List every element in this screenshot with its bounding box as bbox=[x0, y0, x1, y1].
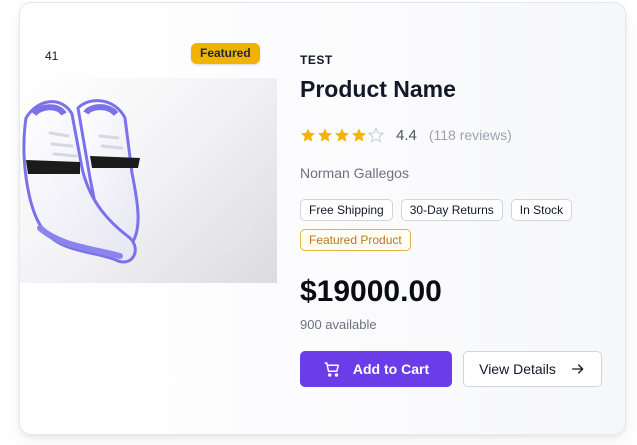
view-details-button[interactable]: View Details bbox=[463, 351, 602, 387]
rating-row: 4.4 (118 reviews) bbox=[300, 125, 512, 145]
arrow-right-icon bbox=[570, 361, 586, 377]
product-title[interactable]: Product Name bbox=[300, 76, 456, 103]
rating-value: 4.4 bbox=[396, 126, 417, 144]
featured-product-tag: Featured Product bbox=[300, 229, 411, 251]
tag-free-shipping: Free Shipping bbox=[300, 199, 393, 221]
availability: 900 available bbox=[300, 317, 377, 332]
sneaker-illustration bbox=[22, 99, 140, 264]
view-details-label: View Details bbox=[479, 361, 556, 377]
cart-icon bbox=[323, 360, 341, 378]
star-filled-icon bbox=[352, 128, 366, 142]
image-count: 41 bbox=[45, 49, 59, 63]
brand-label: TEST bbox=[300, 53, 333, 67]
review-count[interactable]: (118 reviews) bbox=[429, 127, 512, 143]
product-media: 41 Featured bbox=[20, 3, 277, 434]
star-empty-icon bbox=[368, 127, 384, 143]
add-to-cart-label: Add to Cart bbox=[352, 361, 430, 377]
tag-in-stock: In Stock bbox=[510, 199, 573, 221]
product-image[interactable] bbox=[20, 78, 277, 283]
feature-tags: Free Shipping 30-Day Returns In Stock bbox=[300, 199, 573, 221]
price: $19000.00 bbox=[300, 275, 442, 308]
star-filled-icon bbox=[301, 128, 315, 142]
add-to-cart-button[interactable]: Add to Cart bbox=[300, 351, 452, 387]
tag-returns: 30-Day Returns bbox=[400, 199, 503, 221]
star-filled-icon bbox=[318, 128, 332, 142]
rating-stars bbox=[300, 127, 384, 143]
seller-name[interactable]: Norman Gallegos bbox=[300, 165, 409, 181]
product-info: TEST Product Name 4.4 (118 reviews) Norm… bbox=[300, 3, 620, 434]
featured-badge: Featured bbox=[191, 43, 260, 64]
product-card: 41 Featured TEST Product Name 4.4 (118 r… bbox=[19, 2, 626, 435]
star-filled-icon bbox=[335, 128, 349, 142]
